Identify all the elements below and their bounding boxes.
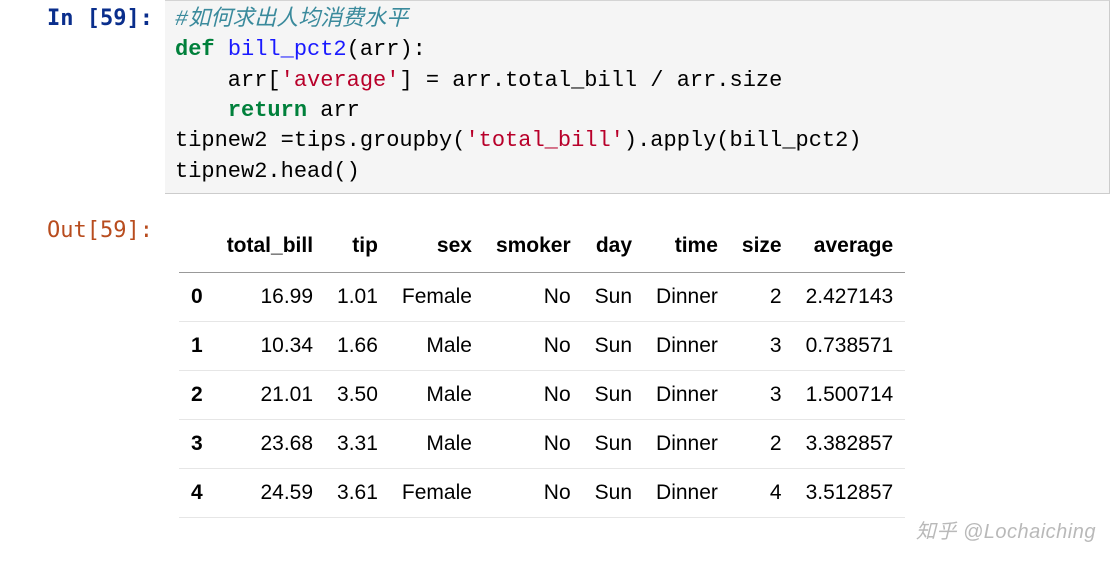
col-header-index (179, 224, 215, 273)
col-header-day: day (583, 224, 644, 273)
cell: 3 (730, 322, 794, 371)
cell: 1.500714 (794, 371, 906, 420)
input-cell: In [59]: #如何求出人均消费水平 def bill_pct2(arr):… (0, 0, 1114, 194)
cell: 0.738571 (794, 322, 906, 371)
cell: 2.427143 (794, 273, 906, 322)
code-text: ] = arr.total_bill / arr.size (399, 68, 782, 93)
table-row: 1 10.34 1.66 Male No Sun Dinner 3 0.7385… (179, 322, 905, 371)
cell: 24.59 (215, 469, 325, 518)
cell: 2 (730, 420, 794, 469)
cell: Dinner (644, 322, 730, 371)
cell: 4 (730, 469, 794, 518)
cell: 3.512857 (794, 469, 906, 518)
code-text: ).apply(bill_pct2) (624, 128, 862, 153)
cell: 1.66 (325, 322, 390, 371)
table-row: 2 21.01 3.50 Male No Sun Dinner 3 1.5007… (179, 371, 905, 420)
cell: Male (390, 371, 484, 420)
cell: Male (390, 322, 484, 371)
col-header-size: size (730, 224, 794, 273)
row-index: 3 (179, 420, 215, 469)
code-text: arr (307, 98, 360, 123)
cell: Female (390, 273, 484, 322)
cell: 10.34 (215, 322, 325, 371)
table-header-row: total_bill tip sex smoker day time size … (179, 224, 905, 273)
output-cell: Out[59]: total_bill tip sex smoker day t… (0, 212, 1114, 518)
func-name: bill_pct2 (228, 37, 347, 62)
input-prompt: In [59]: (0, 0, 165, 31)
code-string: 'total_bill' (465, 128, 623, 153)
cell: 3 (730, 371, 794, 420)
cell: 21.01 (215, 371, 325, 420)
col-header-average: average (794, 224, 906, 273)
cell: No (484, 371, 583, 420)
cell: No (484, 273, 583, 322)
cell: Sun (583, 371, 644, 420)
col-header-sex: sex (390, 224, 484, 273)
row-index: 2 (179, 371, 215, 420)
dataframe-table: total_bill tip sex smoker day time size … (179, 224, 905, 518)
cell: 3.50 (325, 371, 390, 420)
cell: Sun (583, 322, 644, 371)
col-header-total_bill: total_bill (215, 224, 325, 273)
cell: 23.68 (215, 420, 325, 469)
cell: No (484, 420, 583, 469)
col-header-smoker: smoker (484, 224, 583, 273)
output-area: total_bill tip sex smoker day time size … (165, 212, 905, 518)
watermark: 知乎 @Lochaiching (916, 515, 1096, 544)
cell: Sun (583, 420, 644, 469)
code-text: tipnew2 =tips.groupby( (175, 128, 465, 153)
cell: Dinner (644, 469, 730, 518)
code-comment: #如何求出人均消费水平 (175, 7, 408, 32)
cell: 2 (730, 273, 794, 322)
cell: No (484, 469, 583, 518)
row-index: 1 (179, 322, 215, 371)
cell: 16.99 (215, 273, 325, 322)
cell: Sun (583, 469, 644, 518)
code-string: 'average' (281, 68, 400, 93)
cell: 3.31 (325, 420, 390, 469)
cell: Dinner (644, 371, 730, 420)
col-header-time: time (644, 224, 730, 273)
kw-def: def (175, 37, 215, 62)
cell: Dinner (644, 420, 730, 469)
cell: 3.382857 (794, 420, 906, 469)
table-row: 0 16.99 1.01 Female No Sun Dinner 2 2.42… (179, 273, 905, 322)
row-index: 0 (179, 273, 215, 322)
cell: 1.01 (325, 273, 390, 322)
table-row: 3 23.68 3.31 Male No Sun Dinner 2 3.3828… (179, 420, 905, 469)
cell: Sun (583, 273, 644, 322)
table-row: 4 24.59 3.61 Female No Sun Dinner 4 3.51… (179, 469, 905, 518)
code-text: arr[ (175, 68, 281, 93)
row-index: 4 (179, 469, 215, 518)
cell: Female (390, 469, 484, 518)
cell: 3.61 (325, 469, 390, 518)
code-text: (arr): (347, 37, 426, 62)
cell: Male (390, 420, 484, 469)
output-prompt: Out[59]: (0, 212, 165, 243)
cell: Dinner (644, 273, 730, 322)
code-area[interactable]: #如何求出人均消费水平 def bill_pct2(arr): arr['ave… (165, 0, 1110, 194)
kw-return: return (228, 98, 307, 123)
code-text: tipnew2.head() (175, 159, 360, 184)
col-header-tip: tip (325, 224, 390, 273)
cell: No (484, 322, 583, 371)
